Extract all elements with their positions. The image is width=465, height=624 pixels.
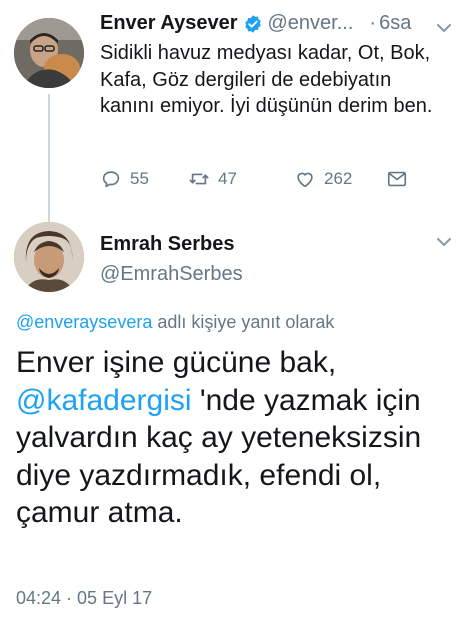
time-separator: · (369, 12, 377, 34)
like-button[interactable]: 262 (294, 168, 386, 190)
tweet-time[interactable]: 6sa (379, 12, 411, 35)
parent-tweet-header: Enver Aysever @enver... · 6sa (100, 12, 450, 35)
replying-to-mention[interactable]: @enveraysevera (16, 312, 152, 332)
retweet-button[interactable]: 47 (188, 168, 294, 190)
author-handle[interactable]: @EmrahSerbes (100, 263, 243, 286)
like-count: 262 (324, 169, 353, 188)
dm-button[interactable] (386, 168, 408, 190)
verified-badge-icon (244, 14, 261, 33)
tweet-mention-link[interactable]: @kafadergisi (16, 384, 192, 417)
replying-to-label: @enveraysevera adlı kişiye yanıt olarak (16, 312, 334, 333)
author-name[interactable]: Emrah Serbes (100, 233, 235, 256)
retweet-count: 47 (218, 169, 237, 188)
tweet-text-part: Enver işine gücüne bak, (16, 346, 337, 379)
tweet-text: Sidikli havuz medyası kadar, Ot, Bok, Ka… (100, 42, 433, 117)
reply-button[interactable]: 55 (100, 168, 188, 190)
author-name[interactable]: Enver Aysever (100, 12, 238, 35)
tweet-actions: 55 47 262 (100, 168, 408, 190)
heart-icon (297, 172, 313, 188)
retweet-icon (189, 173, 209, 185)
reply-icon (102, 171, 120, 188)
thread-connector-line (48, 94, 50, 226)
chevron-down-icon[interactable] (436, 236, 452, 248)
envelope-icon (387, 171, 407, 187)
reply-count: 55 (130, 169, 149, 188)
tweet-timestamp[interactable]: 04:24 · 05 Eyl 17 (16, 588, 152, 609)
tweet-text: Enver işine gücüne bak, @kafadergisi 'nd… (16, 344, 456, 532)
avatar[interactable] (14, 18, 84, 88)
chevron-down-icon[interactable] (436, 22, 452, 34)
author-handle[interactable]: @enver... (268, 12, 354, 35)
avatar[interactable] (14, 222, 84, 292)
replying-to-suffix: adlı kişiye yanıt olarak (152, 312, 335, 332)
